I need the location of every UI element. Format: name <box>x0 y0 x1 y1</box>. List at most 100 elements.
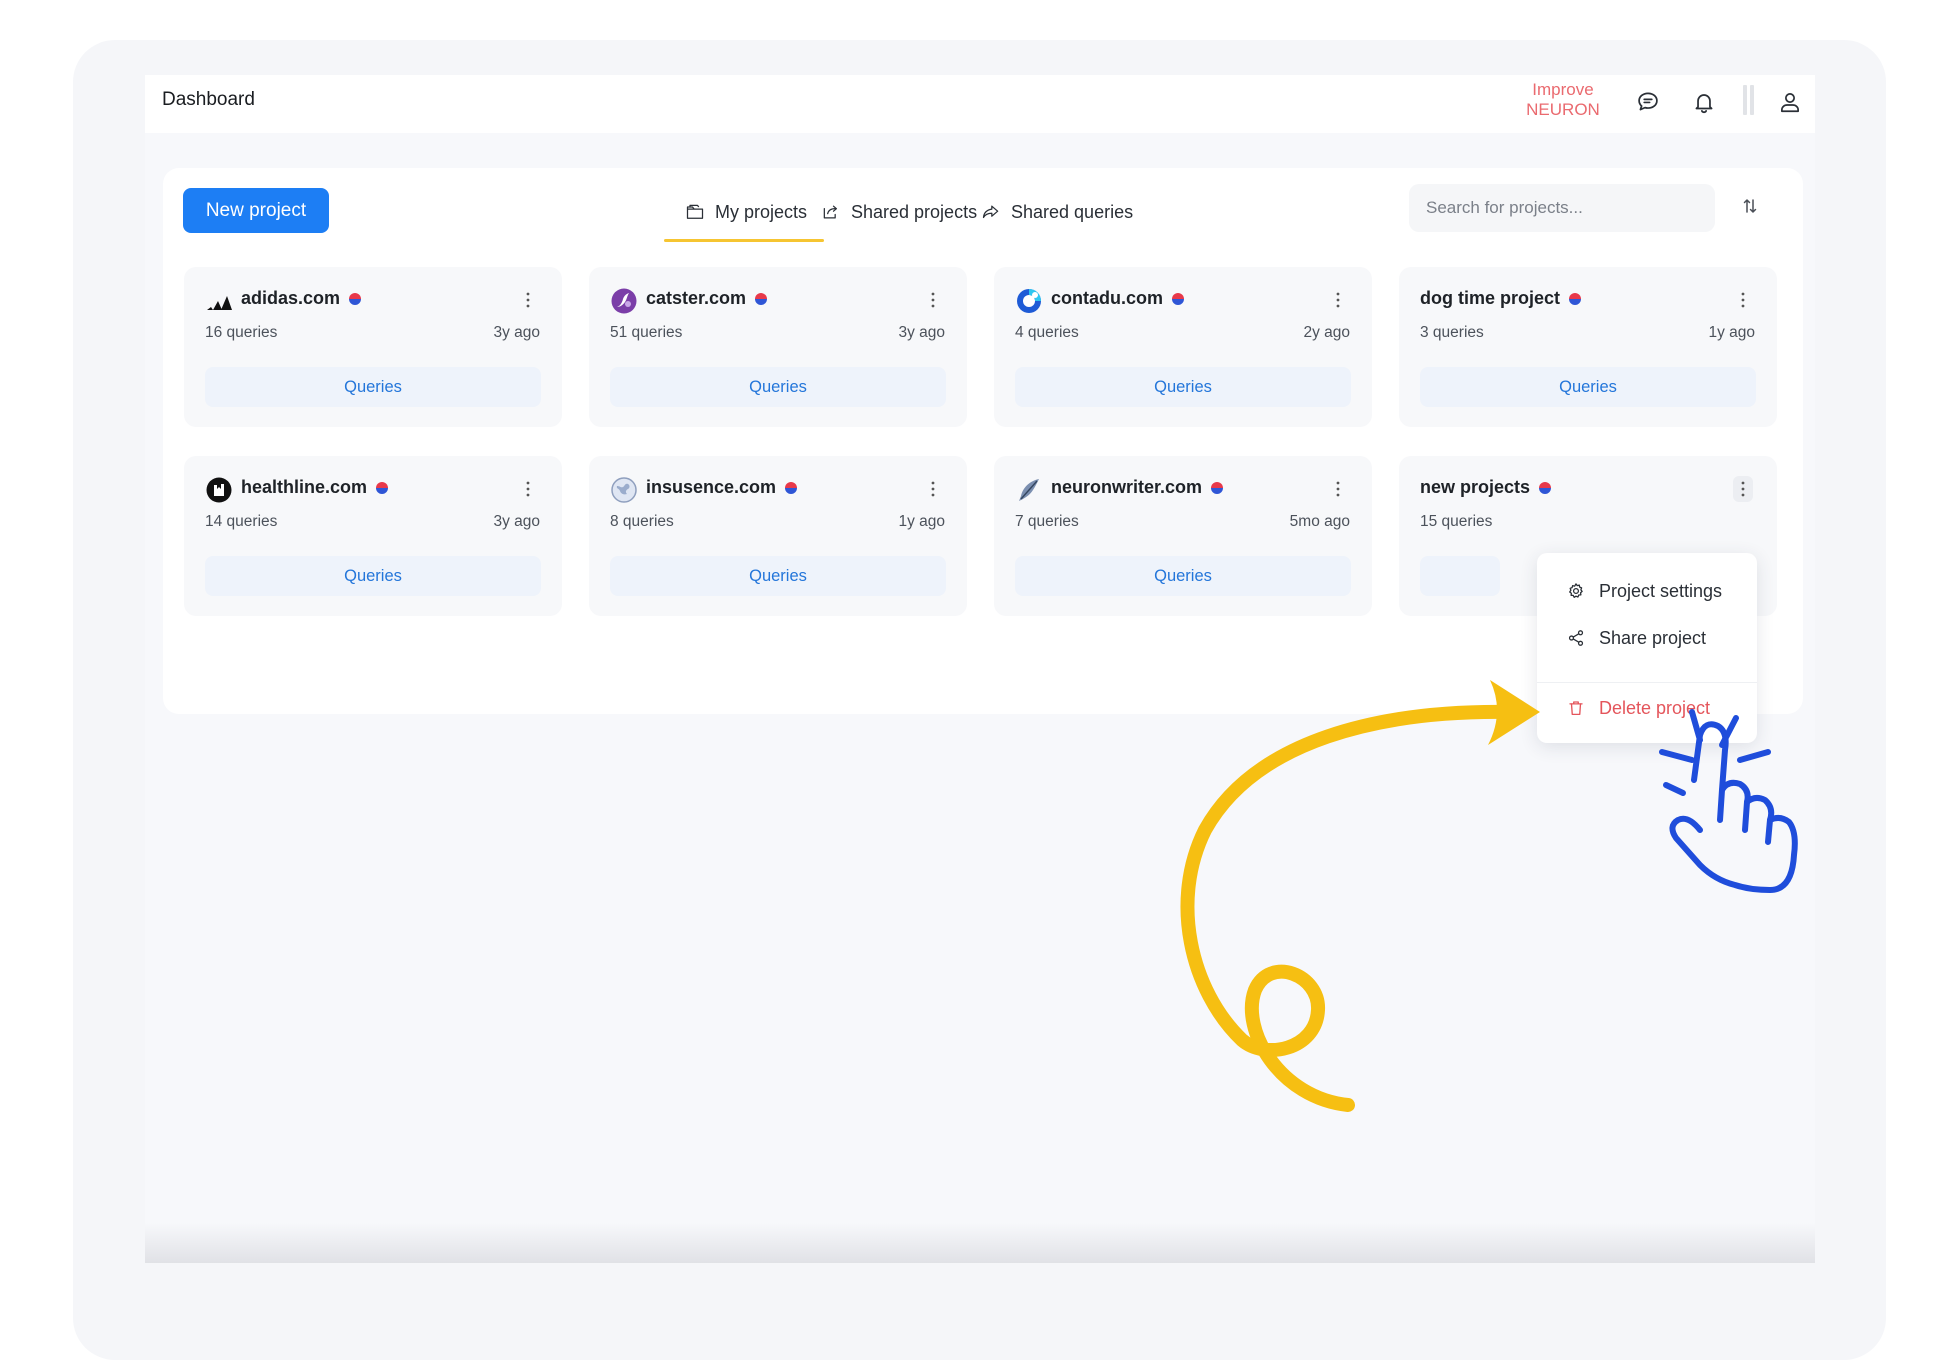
improve-line-2: NEURON <box>1526 100 1600 119</box>
globe-logo <box>611 477 637 503</box>
project-card[interactable]: neuronwriter.com 7 queries 5mo ago Queri… <box>994 456 1372 616</box>
project-card[interactable]: adidas.com 16 queries 3y ago Queries <box>184 267 562 427</box>
catster-logo <box>611 288 637 314</box>
forward-arrow-icon <box>982 205 999 219</box>
more-options-icon[interactable] <box>1735 287 1751 313</box>
page-title: Dashboard <box>162 89 255 110</box>
project-name-text: catster.com <box>646 288 747 308</box>
project-card[interactable]: healthline.com 14 queries 3y ago Queries <box>184 456 562 616</box>
menu-item-label: Delete project <box>1599 697 1711 718</box>
query-count: 51 queries <box>610 324 683 341</box>
query-count: 3 queries <box>1420 324 1484 341</box>
share-icon <box>1568 630 1584 646</box>
project-name: neuronwriter.com <box>1051 477 1224 498</box>
top-divider <box>1743 85 1757 115</box>
search-input[interactable] <box>1409 184 1715 232</box>
user-icon[interactable] <box>1775 87 1805 117</box>
feather-logo <box>1019 479 1039 501</box>
language-flag-icon <box>1569 292 1582 305</box>
last-updated: 5mo ago <box>1289 513 1350 530</box>
queries-button[interactable]: Queries <box>205 367 541 407</box>
more-options-icon[interactable] <box>1330 287 1346 313</box>
project-name: healthline.com <box>241 477 389 498</box>
menu-item-project-settings[interactable]: Project settings <box>1537 569 1757 613</box>
query-count: 14 queries <box>205 513 278 530</box>
tab-label: My projects <box>715 201 808 222</box>
project-card[interactable]: catster.com 51 queries 3y ago Queries <box>589 267 967 427</box>
gear-icon <box>1569 583 1583 598</box>
query-count: 16 queries <box>205 324 278 341</box>
project-card[interactable]: contadu.com 4 queries 2y ago Queries <box>994 267 1372 427</box>
contadu-logo <box>1017 289 1041 313</box>
query-count: 8 queries <box>610 513 674 530</box>
last-updated: 3y ago <box>898 324 945 341</box>
project-name-text: new projects <box>1420 477 1531 497</box>
project-name-text: dog time project <box>1420 288 1561 308</box>
language-flag-icon <box>1539 481 1552 494</box>
project-name: new projects <box>1420 477 1552 498</box>
project-card[interactable]: insusence.com 8 queries 1y ago Queries <box>589 456 967 616</box>
language-flag-icon <box>785 481 798 494</box>
project-context-menu: Project settings Share project Delete pr… <box>1537 553 1757 743</box>
more-options-icon[interactable] <box>1330 476 1346 502</box>
more-options-icon[interactable] <box>520 287 536 313</box>
more-options-icon[interactable] <box>925 287 941 313</box>
project-name-text: adidas.com <box>241 288 341 308</box>
tab-label: Shared queries <box>1011 201 1134 222</box>
query-count: 7 queries <box>1015 513 1079 530</box>
new-project-button[interactable]: New project <box>183 188 329 233</box>
more-options-icon[interactable] <box>925 476 941 502</box>
queries-button[interactable]: Queries <box>205 556 541 596</box>
adidas-logo <box>207 296 232 310</box>
improve-line-1: Improve <box>1532 80 1594 99</box>
folder-icon <box>686 204 704 219</box>
bell-icon[interactable] <box>1689 87 1719 117</box>
language-flag-icon <box>755 292 768 305</box>
language-flag-icon <box>376 481 389 494</box>
last-updated: 1y ago <box>1708 324 1755 341</box>
queries-button[interactable]: Queries <box>1015 367 1351 407</box>
last-updated: 2y ago <box>1303 324 1350 341</box>
last-updated: 3y ago <box>493 513 540 530</box>
more-options-icon[interactable] <box>520 476 536 502</box>
menu-divider <box>1537 682 1757 683</box>
language-flag-icon <box>1211 481 1224 494</box>
project-name: adidas.com <box>241 288 362 309</box>
sort-icon[interactable] <box>1740 196 1760 216</box>
query-count: 4 queries <box>1015 324 1079 341</box>
query-count: 15 queries <box>1420 513 1493 530</box>
queries-button[interactable]: Queries <box>1420 367 1756 407</box>
project-name: catster.com <box>646 288 768 309</box>
project-name-text: healthline.com <box>241 477 368 497</box>
tab-shared-queries[interactable]: Shared queries <box>981 194 1133 230</box>
tab-my-projects[interactable]: My projects <box>663 194 825 242</box>
tab-label: Shared projects <box>851 201 978 222</box>
queries-button[interactable]: Queries <box>1015 556 1351 596</box>
tab-shared-projects[interactable]: Shared projects <box>821 194 977 230</box>
chat-icon[interactable] <box>1633 87 1663 117</box>
menu-item-share-project[interactable]: Share project <box>1537 616 1757 660</box>
menu-item-delete-project[interactable]: Delete project <box>1537 686 1757 730</box>
queries-button[interactable]: Queries <box>610 367 946 407</box>
last-updated: 3y ago <box>493 324 540 341</box>
menu-item-label: Project settings <box>1599 580 1723 601</box>
project-name: dog time project <box>1420 288 1582 309</box>
project-card[interactable]: dog time project 3 queries 1y ago Querie… <box>1399 267 1777 427</box>
improve-neuron-link[interactable]: Improve NEURON <box>1523 80 1603 120</box>
top-bar: Dashboard Improve NEURON <box>145 75 1815 133</box>
queries-button[interactable]: Queries <box>610 556 946 596</box>
share-box-icon <box>823 205 838 219</box>
more-options-icon[interactable] <box>1733 476 1753 502</box>
project-name: insusence.com <box>646 477 798 498</box>
project-name: contadu.com <box>1051 288 1185 309</box>
healthline-logo <box>206 477 232 503</box>
language-flag-icon <box>1172 292 1185 305</box>
project-name-text: contadu.com <box>1051 288 1164 308</box>
project-name-text: neuronwriter.com <box>1051 477 1203 497</box>
queries-button[interactable] <box>1420 556 1500 596</box>
menu-item-label: Share project <box>1599 627 1707 648</box>
language-flag-icon <box>349 292 362 305</box>
last-updated: 1y ago <box>898 513 945 530</box>
trash-icon <box>1569 701 1583 716</box>
project-name-text: insusence.com <box>646 477 777 497</box>
